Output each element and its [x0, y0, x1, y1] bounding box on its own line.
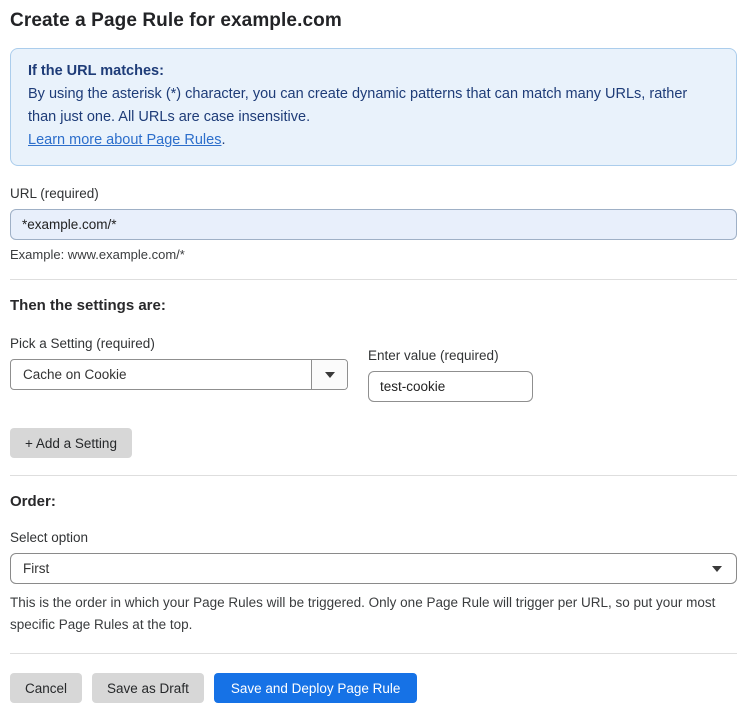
divider: [10, 653, 737, 654]
learn-more-link[interactable]: Learn more about Page Rules: [28, 132, 221, 148]
chevron-down-icon: [712, 566, 722, 572]
pick-setting-label: Pick a Setting (required): [10, 336, 155, 351]
page-rule-form: Create a Page Rule for example.com If th…: [0, 0, 750, 703]
link-suffix: .: [221, 132, 226, 148]
save-and-deploy-button[interactable]: Save and Deploy Page Rule: [213, 673, 418, 703]
cancel-button[interactable]: Cancel: [10, 673, 83, 703]
add-setting-button[interactable]: + Add a Setting: [10, 428, 132, 458]
setting-dropdown[interactable]: Cache on Cookie: [10, 359, 348, 390]
setting-dropdown-arrow-button[interactable]: [311, 360, 347, 389]
form-actions: Cancel Save as Draft Save and Deploy Pag…: [10, 673, 737, 703]
settings-row: Pick a Setting (required) Cache on Cooki…: [10, 336, 737, 402]
chevron-down-icon: [324, 371, 335, 378]
setting-value-input[interactable]: [368, 371, 533, 402]
order-section-heading: Order:: [10, 493, 56, 510]
info-box-body: By using the asterisk (*) character, you…: [28, 86, 688, 125]
info-box-link-line: Learn more about Page Rules.: [28, 129, 719, 152]
divider: [10, 279, 737, 280]
settings-section-heading: Then the settings are:: [10, 297, 166, 314]
setting-column: Pick a Setting (required) Cache on Cooki…: [10, 336, 348, 390]
url-matches-info-box: If the URL matches: By using the asteris…: [10, 48, 737, 166]
setting-dropdown-value: Cache on Cookie: [23, 367, 127, 382]
url-example-helper: Example: www.example.com/*: [10, 247, 185, 262]
order-helper-text: This is the order in which your Page Rul…: [10, 595, 716, 632]
page-title: Create a Page Rule for example.com: [10, 10, 342, 31]
divider: [10, 475, 737, 476]
order-select-label: Select option: [10, 530, 89, 545]
info-box-heading: If the URL matches:: [28, 63, 164, 79]
enter-value-label: Enter value (required): [368, 348, 499, 363]
order-select-value: First: [23, 561, 50, 576]
value-column: Enter value (required): [368, 348, 533, 402]
url-field-label: URL (required): [10, 186, 99, 201]
order-select[interactable]: First: [10, 553, 737, 584]
url-input[interactable]: [10, 209, 737, 240]
save-as-draft-button[interactable]: Save as Draft: [92, 673, 204, 703]
